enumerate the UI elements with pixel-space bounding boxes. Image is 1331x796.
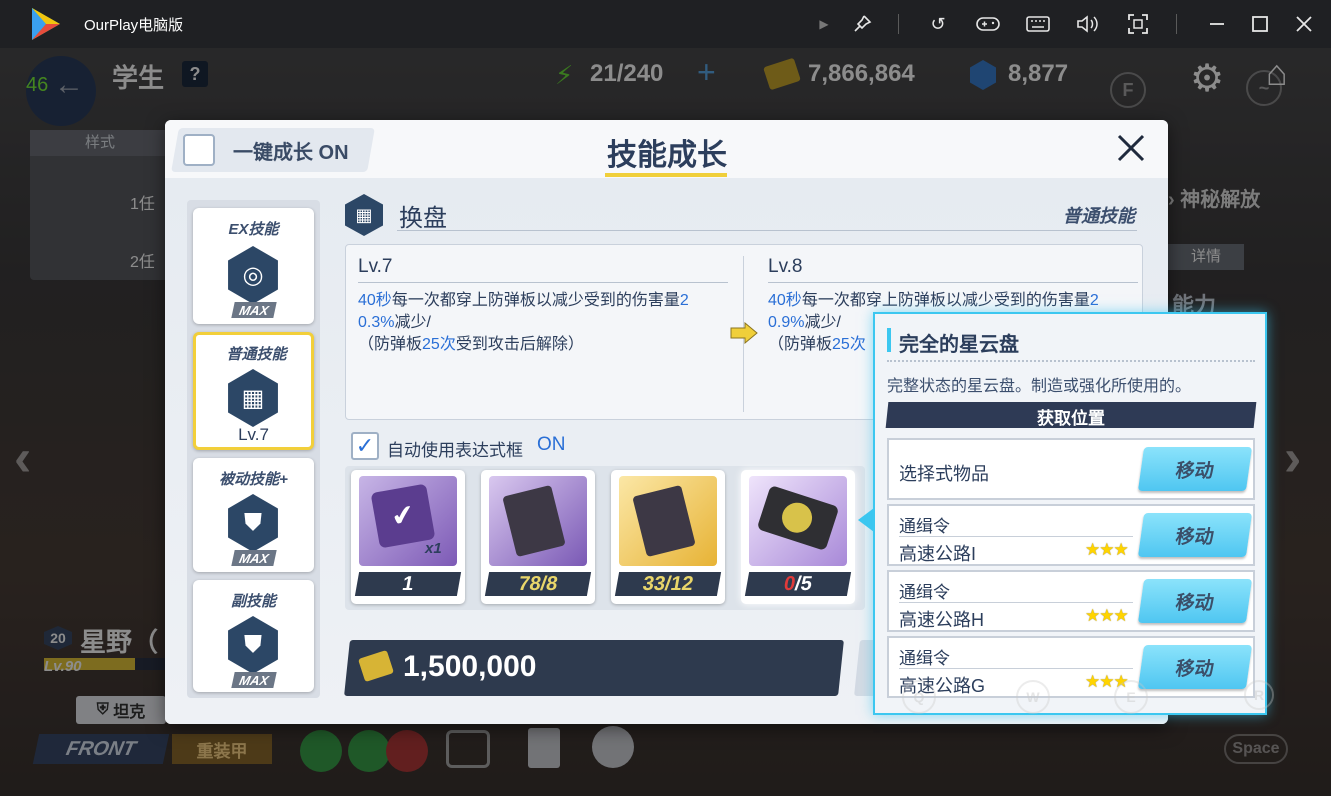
emulator-titlebar: OurPlay电脑版 ▶ ↺ [0, 0, 1331, 48]
move-button[interactable]: 移动 [1137, 447, 1253, 491]
move-button[interactable]: 移动 [1137, 579, 1253, 623]
material-count: 33/12 [614, 572, 722, 596]
emulator-title: OurPlay电脑版 [84, 17, 184, 34]
level-arrow-icon [729, 321, 759, 345]
source-row: 通缉令 高速公路H ★★★ 移动 [887, 570, 1255, 632]
maximize-icon[interactable] [1246, 10, 1274, 38]
source-row: 通缉令 高速公路I ★★★ 移动 [887, 504, 1255, 566]
close-icon[interactable] [1290, 10, 1318, 38]
popup-divider [887, 360, 1255, 362]
material-count: 0/5 [744, 572, 852, 596]
auto-use-state: ON [537, 434, 566, 455]
current-level-divider [358, 282, 728, 283]
sidebar-item-status: MAX [231, 672, 277, 688]
key-w-hint: W [1016, 680, 1050, 714]
move-button[interactable]: 移动 [1137, 645, 1253, 689]
popup-pointer [858, 508, 874, 532]
source-row: 通缉令 高速公路G ★★★ 移动 [887, 636, 1255, 698]
selector-box-icon: ✔ [370, 483, 436, 549]
sidebar-item-ex-skill[interactable]: EX技能 ◎ MAX [193, 208, 314, 324]
undo-icon[interactable]: ↺ [924, 10, 952, 38]
minimize-icon[interactable] [1203, 10, 1231, 38]
auto-grow-checkbox[interactable] [183, 134, 215, 166]
skill-type: 普通技能 [1063, 206, 1135, 226]
source-divider [899, 602, 1133, 603]
sidebar-item-status: Lv.7 [238, 425, 269, 444]
source-category: 通缉令 [899, 649, 950, 668]
source-name: 高速公路I [899, 544, 977, 564]
disk-platter-icon [778, 498, 816, 537]
titlebar-separator [898, 14, 899, 34]
auto-use-label: 自动使用表达式框 [387, 441, 523, 460]
source-name: 选择式物品 [899, 464, 989, 484]
next-level-divider [768, 282, 1138, 283]
skill-sidebar: EX技能 ◎ MAX 普通技能 ▦ Lv.7 被动技能+ ⛊ MAX 副技能 ⛊… [187, 200, 320, 698]
material-item[interactable]: ✔ x1 1 [351, 470, 465, 604]
next-level: Lv.8 [768, 256, 803, 277]
skill-name: 换盘 [399, 205, 447, 232]
sidebar-item-label: 副技能 [230, 593, 276, 610]
difficulty-stars-icon: ★★★ [1085, 606, 1129, 625]
move-button[interactable]: 移动 [1137, 513, 1253, 557]
sub-skill-icon: ⛊ [228, 616, 278, 674]
sidebar-item-normal-skill[interactable]: 普通技能 ▦ Lv.7 [193, 332, 314, 450]
titlebar-separator [1176, 14, 1177, 34]
sidebar-item-label: EX技能 [228, 221, 279, 238]
popup-desc: 完整状态的星云盘。制造或强化所使用的。 [887, 378, 1192, 395]
sidebar-item-status: MAX [231, 302, 277, 318]
keyboard-icon[interactable] [1024, 10, 1052, 38]
key-q-hint: Q [902, 680, 936, 714]
passive-skill-icon: ⛊ [228, 494, 278, 552]
popup-title-marker [887, 328, 891, 352]
normal-skill-icon: ▦ [228, 369, 278, 427]
current-level-desc: 40秒每一次都穿上防弹板以减少受到的伤害量2 0.3%减少/（防弹板25次受到攻击… [358, 292, 689, 353]
sidebar-item-label: 普通技能 [226, 346, 287, 363]
title-underline [605, 173, 727, 177]
fullscreen-icon[interactable] [1124, 10, 1152, 38]
ex-skill-icon: ◎ [228, 246, 278, 304]
material-qty: x1 [425, 540, 442, 557]
material-count: 1 [354, 572, 462, 596]
source-divider [899, 536, 1133, 537]
cost-value: 1,500,000 [403, 650, 537, 683]
auto-grow-label: 一键成长 ON [233, 142, 349, 164]
skill-header-divider [397, 230, 1137, 231]
sidebar-item-status: MAX [231, 550, 277, 566]
auto-use-checkbox[interactable]: ✓ [351, 432, 379, 460]
play-logo-icon [32, 8, 60, 40]
source-row: 选择式物品 移动 [887, 438, 1255, 500]
sidebar-item-sub-skill[interactable]: 副技能 ⛊ MAX [193, 580, 314, 692]
material-item[interactable]: 33/12 [611, 470, 725, 604]
source-category: 通缉令 [899, 583, 950, 602]
material-item[interactable]: 78/8 [481, 470, 595, 604]
source-divider [899, 668, 1133, 669]
pin-icon[interactable] [848, 10, 876, 38]
volume-icon[interactable] [1074, 10, 1102, 38]
dialog-close-icon[interactable] [1115, 132, 1147, 164]
key-r-hint: R [1244, 680, 1274, 710]
dialog-title: 技能成长 [607, 139, 727, 172]
key-e-hint: E [1114, 680, 1148, 714]
popup-title: 完全的星云盘 [899, 334, 1019, 356]
material-item-selected[interactable]: 0/5 [741, 470, 855, 604]
play-icon[interactable]: ▶ [810, 10, 838, 38]
source-category: 通缉令 [899, 517, 950, 536]
source-name: 高速公路H [899, 610, 984, 630]
popup-section-title: 获取位置 [1037, 409, 1105, 428]
sidebar-item-label: 被动技能+ [219, 471, 288, 488]
sidebar-item-passive-skill[interactable]: 被动技能+ ⛊ MAX [193, 458, 314, 572]
difficulty-stars-icon: ★★★ [1085, 540, 1129, 559]
current-level: Lv.7 [358, 256, 393, 277]
material-count: 78/8 [484, 572, 592, 596]
item-info-popup: 完全的星云盘 完整状态的星云盘。制造或强化所使用的。 获取位置 选择式物品 移动… [873, 312, 1267, 715]
gamepad-icon[interactable] [974, 10, 1002, 38]
